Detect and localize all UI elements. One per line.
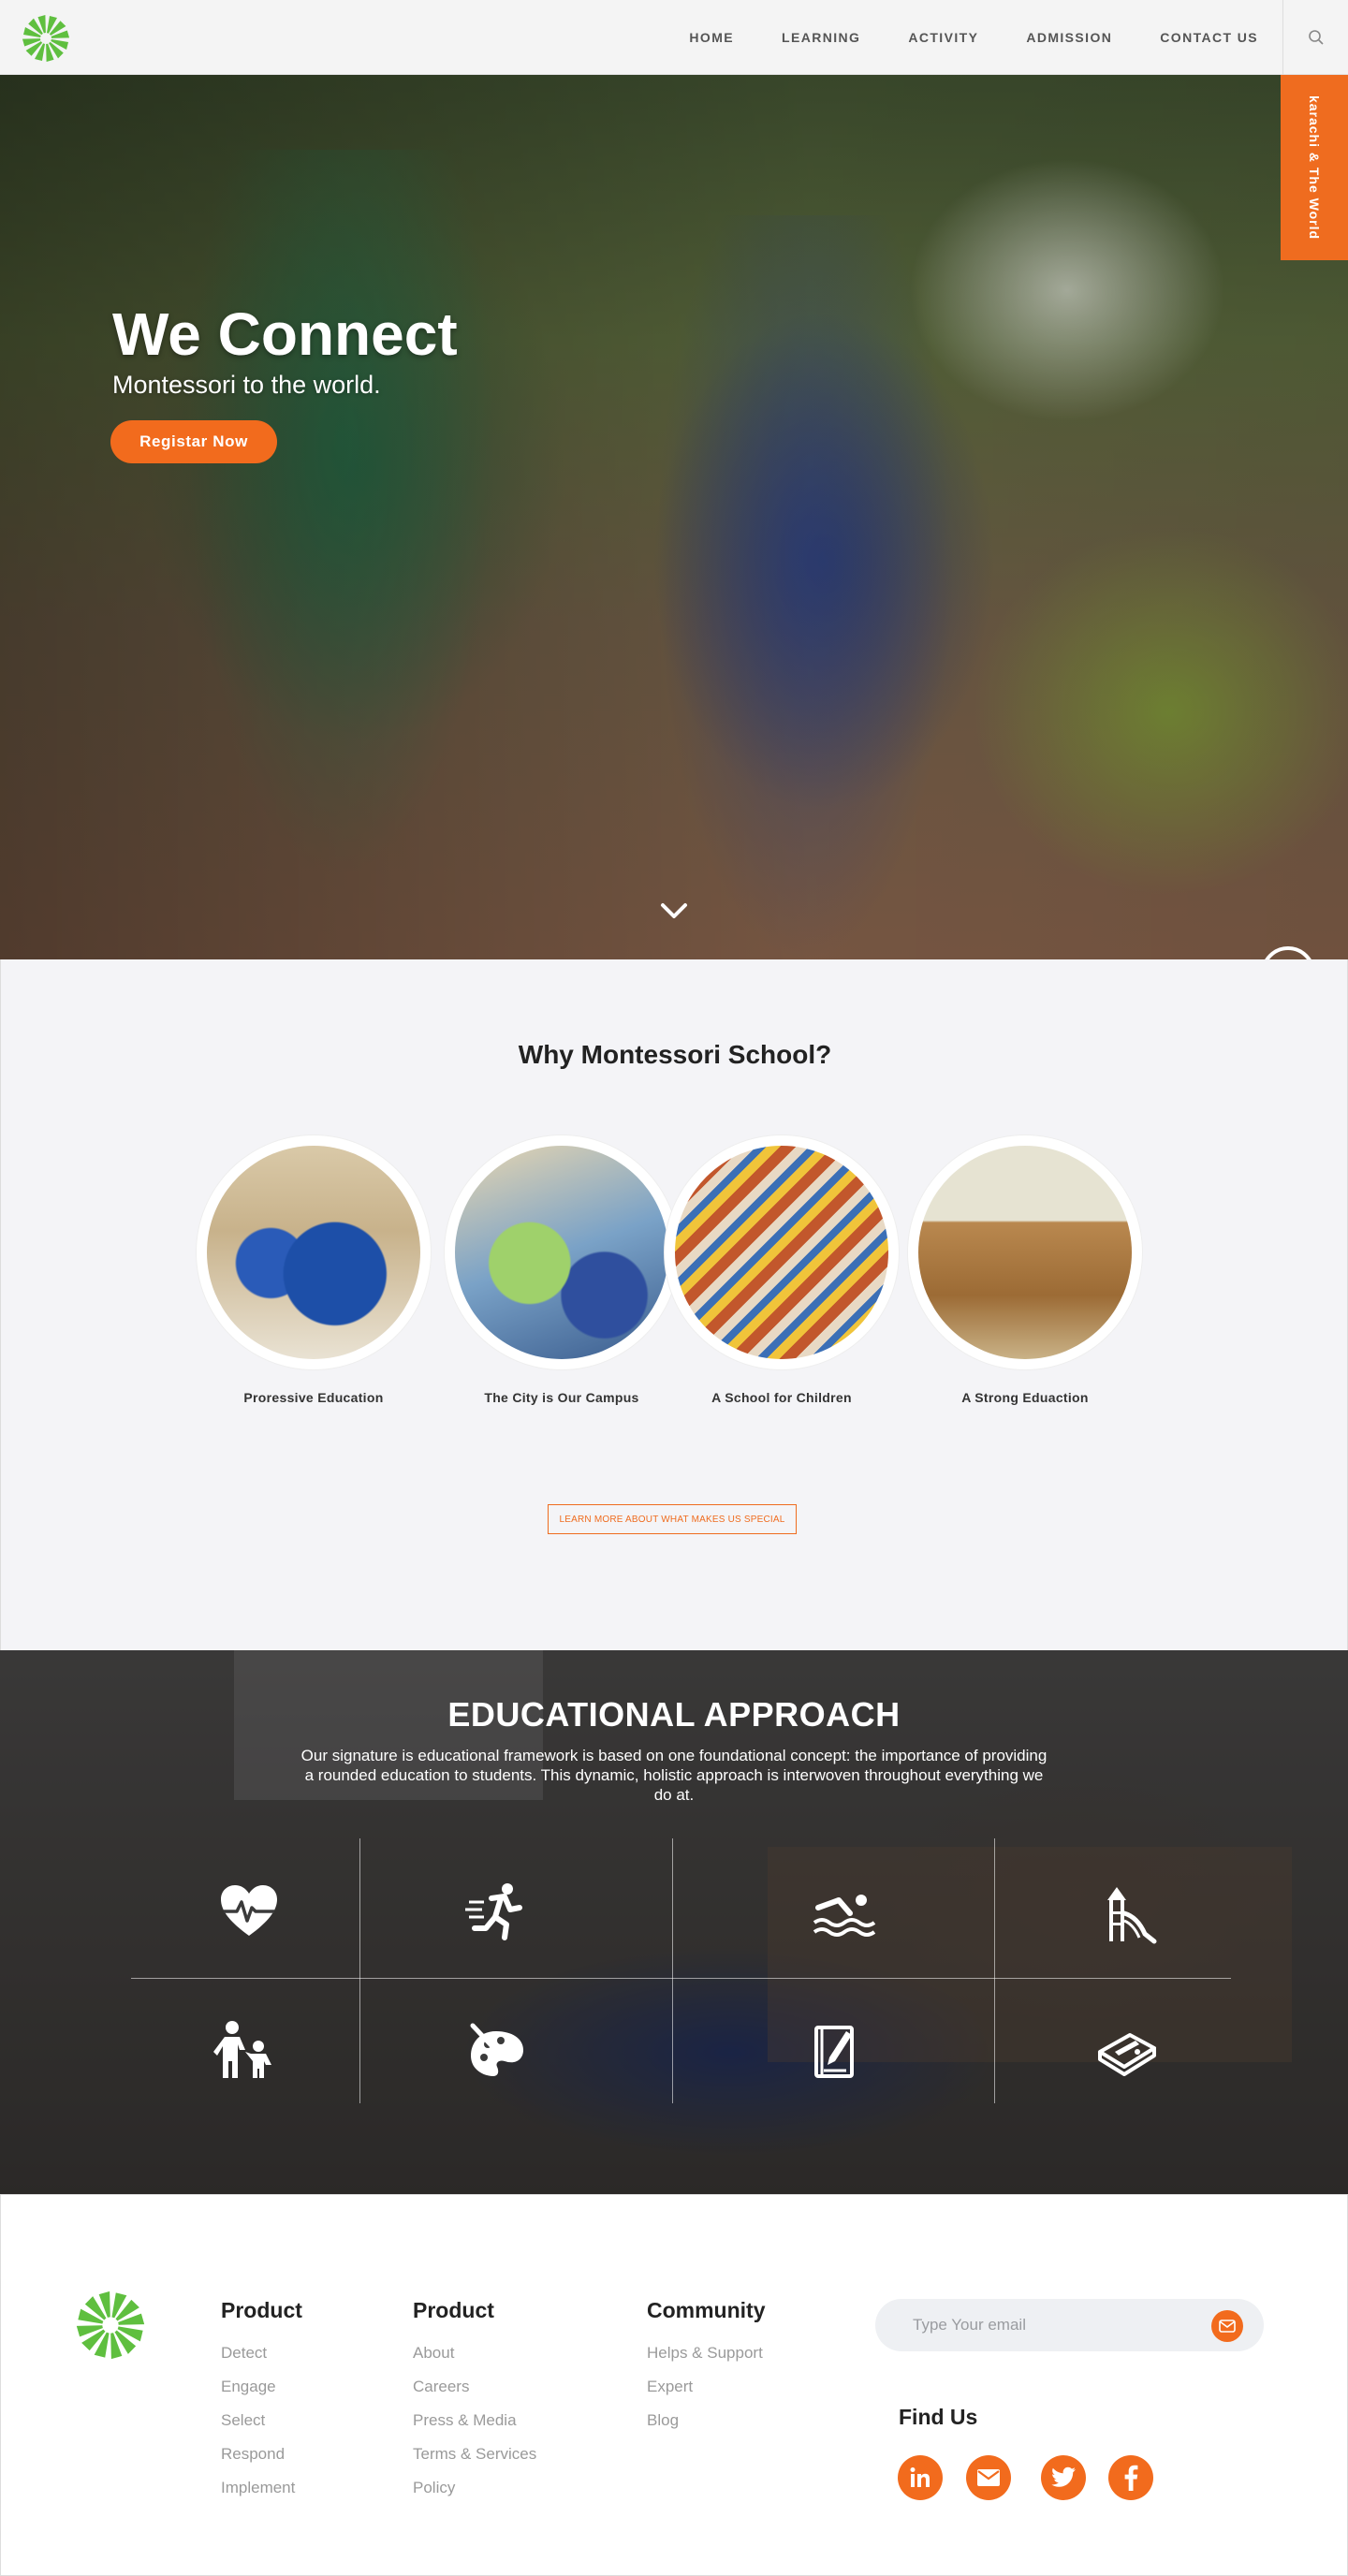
- learn-more-button[interactable]: LEARN MORE ABOUT WHAT MAKES US SPECIAL: [548, 1504, 797, 1534]
- runner-icon[interactable]: [463, 1880, 529, 1945]
- heart-pulse-icon[interactable]: [216, 1880, 282, 1945]
- footer-link-careers[interactable]: Careers: [413, 2378, 536, 2396]
- twitter-button[interactable]: [1041, 2455, 1086, 2500]
- footer-column-product: Product Detect Engage Select Respond Imp…: [221, 2298, 302, 2512]
- footer-link-terms-services[interactable]: Terms & Services: [413, 2445, 536, 2464]
- side-tab-karachi[interactable]: karachi & The World: [1281, 75, 1348, 260]
- linkedin-icon: [910, 2467, 930, 2487]
- footer-column-product-2: Product About Careers Press & Media Term…: [413, 2298, 536, 2512]
- linkedin-button[interactable]: [898, 2455, 943, 2500]
- paint-palette-icon[interactable]: [463, 2018, 529, 2084]
- swimmer-icon[interactable]: [811, 1880, 876, 1945]
- card-progressive-education[interactable]: Proressive Education: [197, 1135, 431, 1405]
- mail-icon: [1219, 2320, 1236, 2333]
- newsletter-form: [875, 2299, 1264, 2351]
- nav-activity[interactable]: ACTIVITY: [908, 30, 978, 45]
- footer-column-title: Community: [647, 2298, 766, 2322]
- classroom-photo: [207, 1146, 420, 1359]
- parent-child-icon[interactable]: [212, 2018, 277, 2084]
- hero-section: We Connect Montessori to the world. Regi…: [0, 75, 1348, 959]
- main-nav: HOME LEARNING ACTIVITY ADMISSION CONTACT…: [641, 0, 1258, 75]
- register-now-button[interactable]: Registar Now: [110, 420, 277, 463]
- pinwheel-logo-icon[interactable]: [74, 2289, 147, 2362]
- card-strong-education[interactable]: A Strong Eduaction: [908, 1135, 1142, 1405]
- footer-link-press-media[interactable]: Press & Media: [413, 2411, 536, 2430]
- chevron-down-icon[interactable]: [657, 897, 691, 925]
- nav-home[interactable]: HOME: [689, 30, 734, 45]
- classroom-shelves-photo: [918, 1146, 1132, 1359]
- book-pencil-icon[interactable]: [805, 2018, 871, 2084]
- footer-link-respond[interactable]: Respond: [221, 2445, 302, 2464]
- site-footer: Product Detect Engage Select Respond Imp…: [0, 2194, 1348, 2576]
- footer-link-expert[interactable]: Expert: [647, 2378, 766, 2396]
- pencil-box-icon[interactable]: [1094, 2018, 1160, 2084]
- footer-column-community: Community Helps & Support Expert Blog: [647, 2298, 766, 2445]
- approach-title: EDUCATIONAL APPROACH: [447, 1695, 901, 1734]
- footer-link-implement[interactable]: Implement: [221, 2479, 302, 2497]
- search-icon: [1308, 30, 1324, 45]
- footer-link-select[interactable]: Select: [221, 2411, 302, 2430]
- educational-approach-section: EDUCATIONAL APPROACH Our signature is ed…: [0, 1650, 1348, 2194]
- hero-title: We Connect: [112, 300, 458, 368]
- footer-link-policy[interactable]: Policy: [413, 2479, 536, 2497]
- nav-learning[interactable]: LEARNING: [782, 30, 860, 45]
- play-circle-icon[interactable]: [1260, 945, 1316, 959]
- why-section-title: Why Montessori School?: [518, 1040, 832, 1069]
- child-puzzle-photo: [675, 1146, 888, 1359]
- pinwheel-logo-icon[interactable]: [21, 13, 71, 64]
- students-table-photo: [455, 1146, 668, 1359]
- footer-link-helps-support[interactable]: Helps & Support: [647, 2344, 766, 2363]
- subscribe-button[interactable]: [1211, 2310, 1243, 2342]
- footer-column-title: Product: [413, 2298, 494, 2322]
- nav-contact-us[interactable]: CONTACT US: [1160, 30, 1258, 45]
- site-header: HOME LEARNING ACTIVITY ADMISSION CONTACT…: [0, 0, 1348, 75]
- facebook-button[interactable]: [1108, 2455, 1153, 2500]
- twitter-icon: [1051, 2466, 1076, 2487]
- email-social-button[interactable]: [966, 2455, 1011, 2500]
- footer-link-detect[interactable]: Detect: [221, 2344, 302, 2363]
- hero-subtitle: Montessori to the world.: [112, 371, 381, 399]
- mail-icon: [977, 2469, 1000, 2486]
- card-city-campus[interactable]: The City is Our Campus: [445, 1135, 679, 1405]
- why-montessori-section: Why Montessori School? Proressive Educat…: [0, 959, 1348, 1650]
- footer-column-title: Product: [221, 2298, 302, 2322]
- footer-link-about[interactable]: About: [413, 2344, 536, 2363]
- nav-admission[interactable]: ADMISSION: [1026, 30, 1112, 45]
- search-button[interactable]: [1282, 0, 1348, 75]
- email-field[interactable]: [913, 2299, 1194, 2351]
- facebook-icon: [1124, 2465, 1138, 2491]
- find-us-heading: Find Us: [899, 2405, 978, 2429]
- card-school-for-children[interactable]: A School for Children: [665, 1135, 899, 1405]
- side-tab-label: karachi & The World: [1307, 95, 1323, 241]
- footer-link-engage[interactable]: Engage: [221, 2378, 302, 2396]
- approach-description: Our signature is educational framework i…: [300, 1747, 1048, 1804]
- playground-slide-icon[interactable]: [1096, 1880, 1162, 1945]
- footer-link-blog[interactable]: Blog: [647, 2411, 766, 2430]
